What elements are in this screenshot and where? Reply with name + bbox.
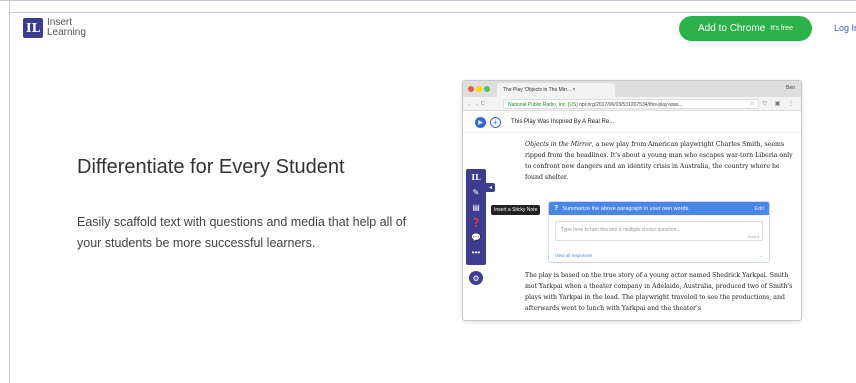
- audio-player: ▶ + This Play Was Inspired By A Real Re.…: [463, 111, 801, 133]
- url-text: npr.org/2017/06/03/531207534/this-play-w…: [579, 102, 683, 108]
- question-prompt: Summarize the above paragraph in your ow…: [562, 205, 690, 212]
- sticky-note-tooltip: Insert a Sticky Note: [491, 205, 541, 215]
- insertlearning-toolbar: IL ✎ ▤ ❓ 💬 •••: [466, 169, 486, 265]
- hero-subtitle: Easily scaffold text with questions and …: [77, 215, 407, 250]
- window-close-dot-icon: [468, 86, 474, 92]
- more-icon: •••: [471, 247, 481, 257]
- frame-top-border: [0, 0, 856, 1]
- address-bar: National Public Radio, Inc. [US] npr.org…: [503, 99, 759, 109]
- extension-icons: ☆ ▽ ▣ ⋮: [749, 101, 797, 107]
- play-icon: ▶: [475, 117, 486, 128]
- logo-text: Insert Learning: [47, 18, 86, 38]
- logo-mark-icon: IL: [23, 18, 43, 38]
- add-to-chrome-button[interactable]: Add to Chrome It's free: [679, 16, 812, 41]
- question-edit-link: Edit: [754, 205, 764, 212]
- il-logo-icon: IL: [471, 172, 481, 182]
- discussion-icon: 💬: [471, 232, 481, 242]
- browser-screenshot: The Play 'Objects in The Mirr... × Ben ←…: [462, 80, 802, 321]
- article-italic-title: Objects in the Mirror: [525, 141, 592, 148]
- tab-close-icon: ×: [572, 87, 576, 93]
- secure-label: National Public Radio, Inc. [US]: [508, 102, 578, 108]
- settings-icon: ⚙: [469, 271, 483, 285]
- frame-left-border: [9, 0, 10, 383]
- question-answer-field: Type here to turn this into a multiple c…: [555, 221, 763, 241]
- saved-status: Saved: [747, 234, 759, 239]
- article-paragraph-1: Objects in the Mirror, a new play from A…: [525, 139, 793, 183]
- player-title: This Play Was Inspired By A Real Re...: [511, 119, 615, 125]
- header-divider: [9, 12, 856, 13]
- question-header: ? Summarize the above paragraph in your …: [549, 202, 769, 215]
- login-link[interactable]: Log In: [834, 23, 856, 33]
- browser-tab-title: The Play 'Objects in The Mirr...: [503, 87, 572, 93]
- highlight-pen-icon: ✎: [472, 187, 480, 197]
- browser-tabbar: The Play 'Objects in The Mirr... × Ben: [463, 81, 801, 97]
- window-zoom-dot-icon: [484, 86, 490, 92]
- article-paragraph-2: The play is based on the true story of a…: [525, 272, 793, 312]
- arrow-right-icon: →: [758, 253, 763, 259]
- toolbar-collapse-icon: ◂: [486, 183, 495, 192]
- logo[interactable]: IL Insert Learning: [23, 18, 86, 38]
- browser-user: Ben: [786, 85, 795, 91]
- plus-icon: +: [490, 117, 501, 128]
- window-minimize-dot-icon: [476, 86, 482, 92]
- browser-nav-icons: ←→C: [467, 101, 487, 107]
- free-label: It's free: [770, 25, 793, 32]
- view-responses-link: View all responses: [555, 253, 593, 258]
- browser-urlbar: ←→C National Public Radio, Inc. [US] npr…: [463, 97, 801, 111]
- sticky-note-icon: ▤: [472, 202, 480, 212]
- browser-tab: The Play 'Objects in The Mirr... ×: [497, 83, 615, 97]
- hero-title: Differentiate for Every Student: [77, 156, 345, 178]
- logo-text-line2: Learning: [47, 27, 86, 38]
- question-mark-icon: ?: [554, 205, 559, 212]
- add-to-chrome-label: Add to Chrome: [698, 23, 766, 34]
- question-card: ? Summarize the above paragraph in your …: [548, 201, 770, 263]
- question-placeholder: Type here to turn this into a multiple c…: [561, 227, 681, 233]
- question-icon: ❓: [471, 217, 481, 227]
